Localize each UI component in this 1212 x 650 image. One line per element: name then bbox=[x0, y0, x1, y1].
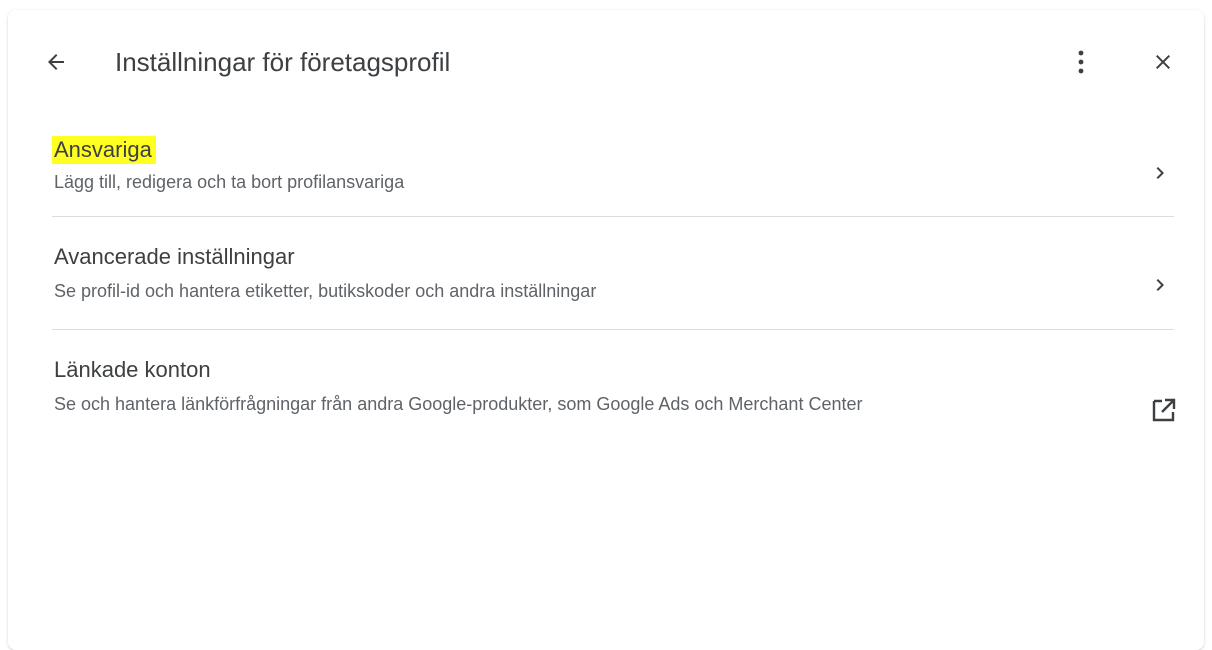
more-vert-icon bbox=[1078, 50, 1084, 74]
settings-item-description: Se och hantera länkförfrågningar från an… bbox=[54, 394, 863, 414]
settings-item-title: Länkade konton bbox=[54, 357, 211, 382]
open-in-new-button[interactable] bbox=[1150, 396, 1178, 424]
settings-item-title: Ansvariga bbox=[52, 136, 156, 164]
settings-item-description: Lägg till, redigera och ta bort profilan… bbox=[54, 172, 405, 192]
settings-item-title: Avancerade inställningar bbox=[54, 244, 295, 269]
chevron-right-icon bbox=[1156, 279, 1164, 291]
chevron-right-button[interactable] bbox=[1146, 159, 1174, 187]
open-in-new-icon bbox=[1152, 398, 1176, 422]
settings-item-description: Se profil-id och hantera etiketter, buti… bbox=[54, 281, 597, 301]
close-button[interactable] bbox=[1143, 42, 1183, 82]
chevron-right-button[interactable] bbox=[1146, 271, 1174, 299]
settings-panel: Inställningar för företagsprofil Ansvari… bbox=[8, 10, 1204, 650]
settings-item-advanced[interactable]: Avancerade inställningar Se profil-id oc… bbox=[52, 217, 1174, 330]
panel-header: Inställningar för företagsprofil bbox=[8, 10, 1204, 110]
chevron-right-icon bbox=[1156, 167, 1164, 179]
more-options-button[interactable] bbox=[1063, 42, 1099, 82]
settings-item-ansvariga[interactable]: Ansvariga Lägg till, redigera och ta bor… bbox=[52, 128, 1174, 217]
back-button[interactable] bbox=[38, 44, 74, 80]
page-title: Inställningar för företagsprofil bbox=[115, 47, 451, 77]
settings-item-linked-accounts[interactable]: Länkade konton Se och hantera länkförfrå… bbox=[52, 330, 1176, 470]
close-icon bbox=[1156, 55, 1170, 69]
arrow-back-icon bbox=[48, 54, 64, 70]
